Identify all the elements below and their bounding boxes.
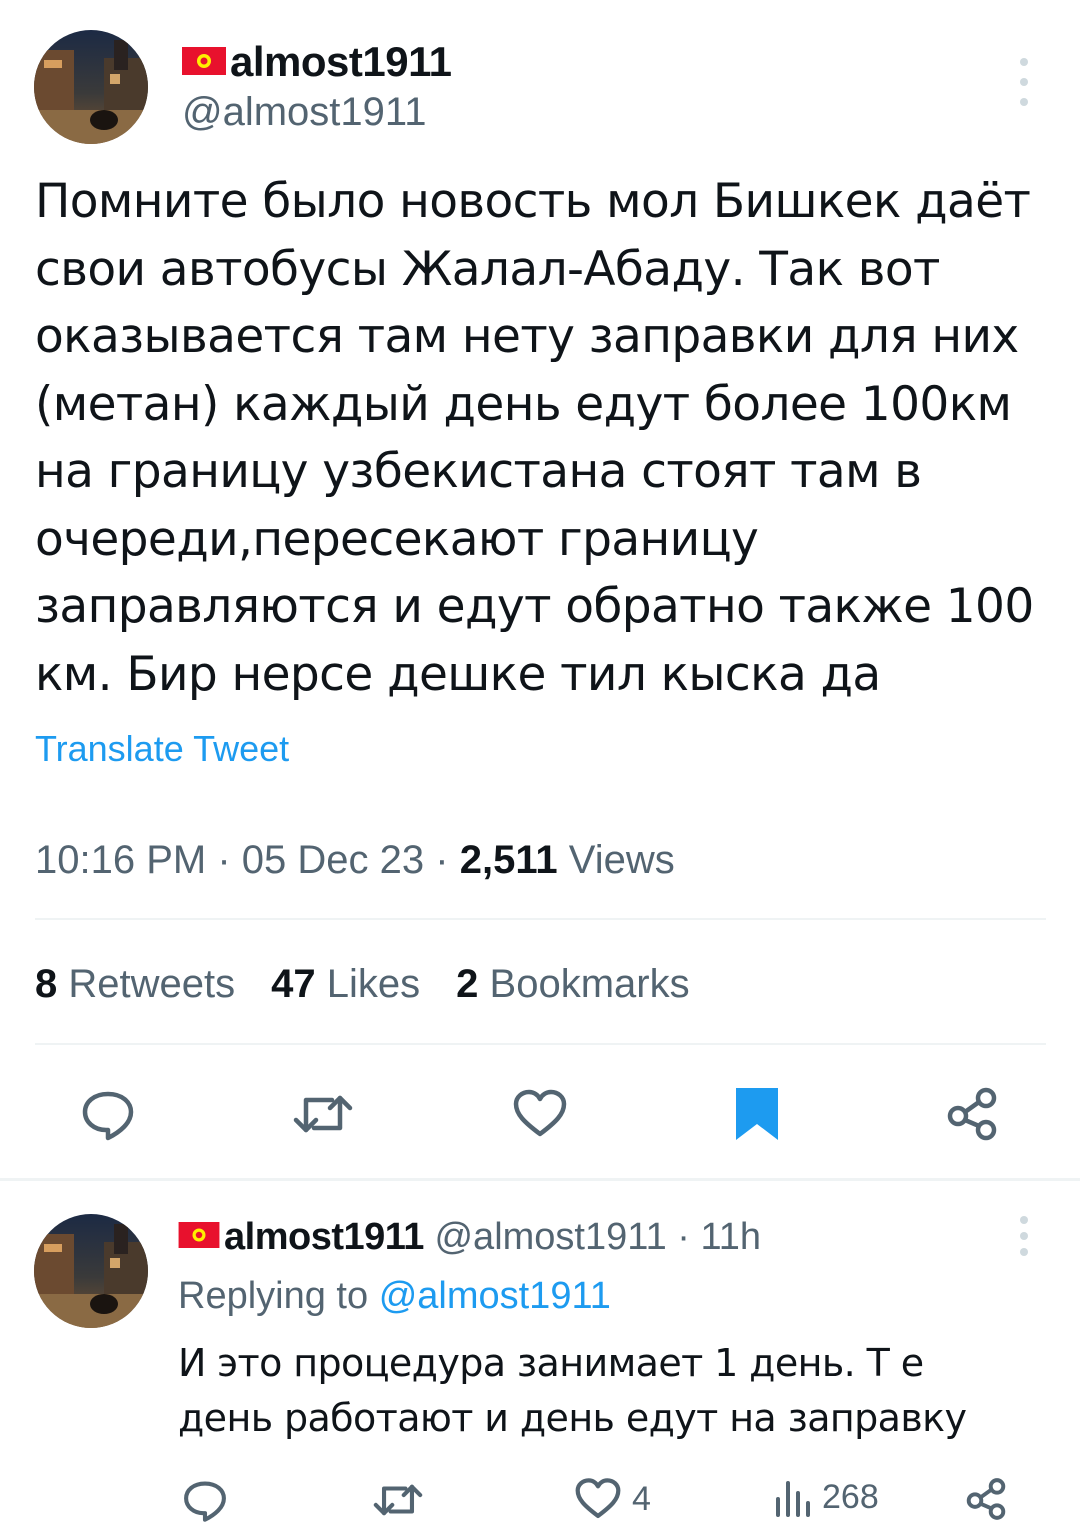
reply-avatar[interactable]: [34, 1214, 148, 1328]
reply-display-name[interactable]: almost1911: [224, 1216, 424, 1258]
views-label: Views: [568, 838, 675, 882]
reply-icon: [184, 1481, 226, 1522]
meta-separator: ·: [435, 838, 449, 882]
reply-header: almost1911 @almost1911 · 11h: [178, 1216, 761, 1259]
retweet-button[interactable]: [292, 1086, 354, 1142]
bookmarks-stat[interactable]: 2 Bookmarks: [456, 962, 689, 1007]
divider: [35, 918, 1046, 920]
heart-icon: [513, 1089, 567, 1137]
likes-stat[interactable]: 47 Likes: [271, 962, 420, 1007]
retweets-label: Retweets: [68, 962, 236, 1006]
likes-label: Likes: [326, 962, 421, 1006]
bookmarks-label: Bookmarks: [489, 962, 690, 1006]
heart-icon: [575, 1478, 621, 1519]
retweets-stat[interactable]: 8 Retweets: [35, 962, 235, 1007]
replying-to: Replying to @almost1911: [178, 1275, 611, 1318]
share-icon: [947, 1087, 997, 1141]
reply-icon: [82, 1091, 134, 1141]
share-icon: [966, 1478, 1006, 1520]
more-vertical-icon[interactable]: [1012, 1216, 1036, 1256]
tweet-text: Помните было новость мол Бишкек даёт сво…: [35, 174, 1034, 702]
bookmark-icon: [736, 1088, 778, 1140]
views-icon: [776, 1481, 810, 1517]
views-count: 2,511: [459, 838, 558, 882]
reply-likes-count: 4: [632, 1479, 651, 1518]
reply-handle[interactable]: @almost1911: [434, 1216, 666, 1258]
reply-views-button[interactable]: 268: [772, 1477, 879, 1517]
retweets-count: 8: [35, 962, 58, 1006]
like-button[interactable]: [512, 1088, 568, 1140]
tweet-date: 05 Dec 23: [241, 838, 425, 882]
meta-separator: ·: [677, 1216, 690, 1258]
reply-retweet-button[interactable]: [372, 1477, 424, 1523]
replying-to-mention[interactable]: @almost1911: [379, 1275, 611, 1317]
tweet-meta: 10:16 PM · 05 Dec 23 · 2,511 Views: [35, 838, 675, 883]
retweet-icon: [293, 1095, 353, 1133]
bookmarks-count: 2: [456, 962, 479, 1006]
reply-button[interactable]: [80, 1086, 136, 1142]
kyrgyzstan-flag-icon: [178, 1221, 220, 1248]
kyrgyzstan-flag-icon: [182, 46, 226, 75]
meta-separator: ·: [217, 838, 231, 882]
divider: [35, 1043, 1046, 1045]
section-divider: [0, 1178, 1080, 1181]
display-name-text: almost1911: [230, 38, 452, 85]
more-vertical-icon[interactable]: [1012, 58, 1036, 106]
translate-tweet-link[interactable]: Translate Tweet: [35, 728, 289, 770]
tweet-stats: 8 Retweets 47 Likes 2 Bookmarks: [35, 962, 690, 1007]
bookmark-button[interactable]: [734, 1086, 780, 1142]
handle[interactable]: @almost1911: [182, 90, 426, 135]
share-button[interactable]: [944, 1086, 1000, 1142]
replying-label: Replying to: [178, 1275, 369, 1317]
reply-time[interactable]: 11h: [700, 1216, 761, 1258]
reply-views-count: 268: [822, 1477, 879, 1516]
reply-share-button[interactable]: [964, 1477, 1008, 1521]
tweet-time: 10:16 PM: [35, 838, 207, 882]
reply-text: И это процедура занимает 1 день. Т е ден…: [178, 1341, 967, 1440]
reply-like-button[interactable]: 4: [574, 1477, 651, 1521]
retweet-icon: [373, 1484, 423, 1516]
reply-reply-button[interactable]: [182, 1477, 228, 1523]
avatar[interactable]: [34, 30, 148, 144]
likes-count: 47: [271, 962, 316, 1006]
display-name[interactable]: almost1911: [182, 38, 452, 86]
